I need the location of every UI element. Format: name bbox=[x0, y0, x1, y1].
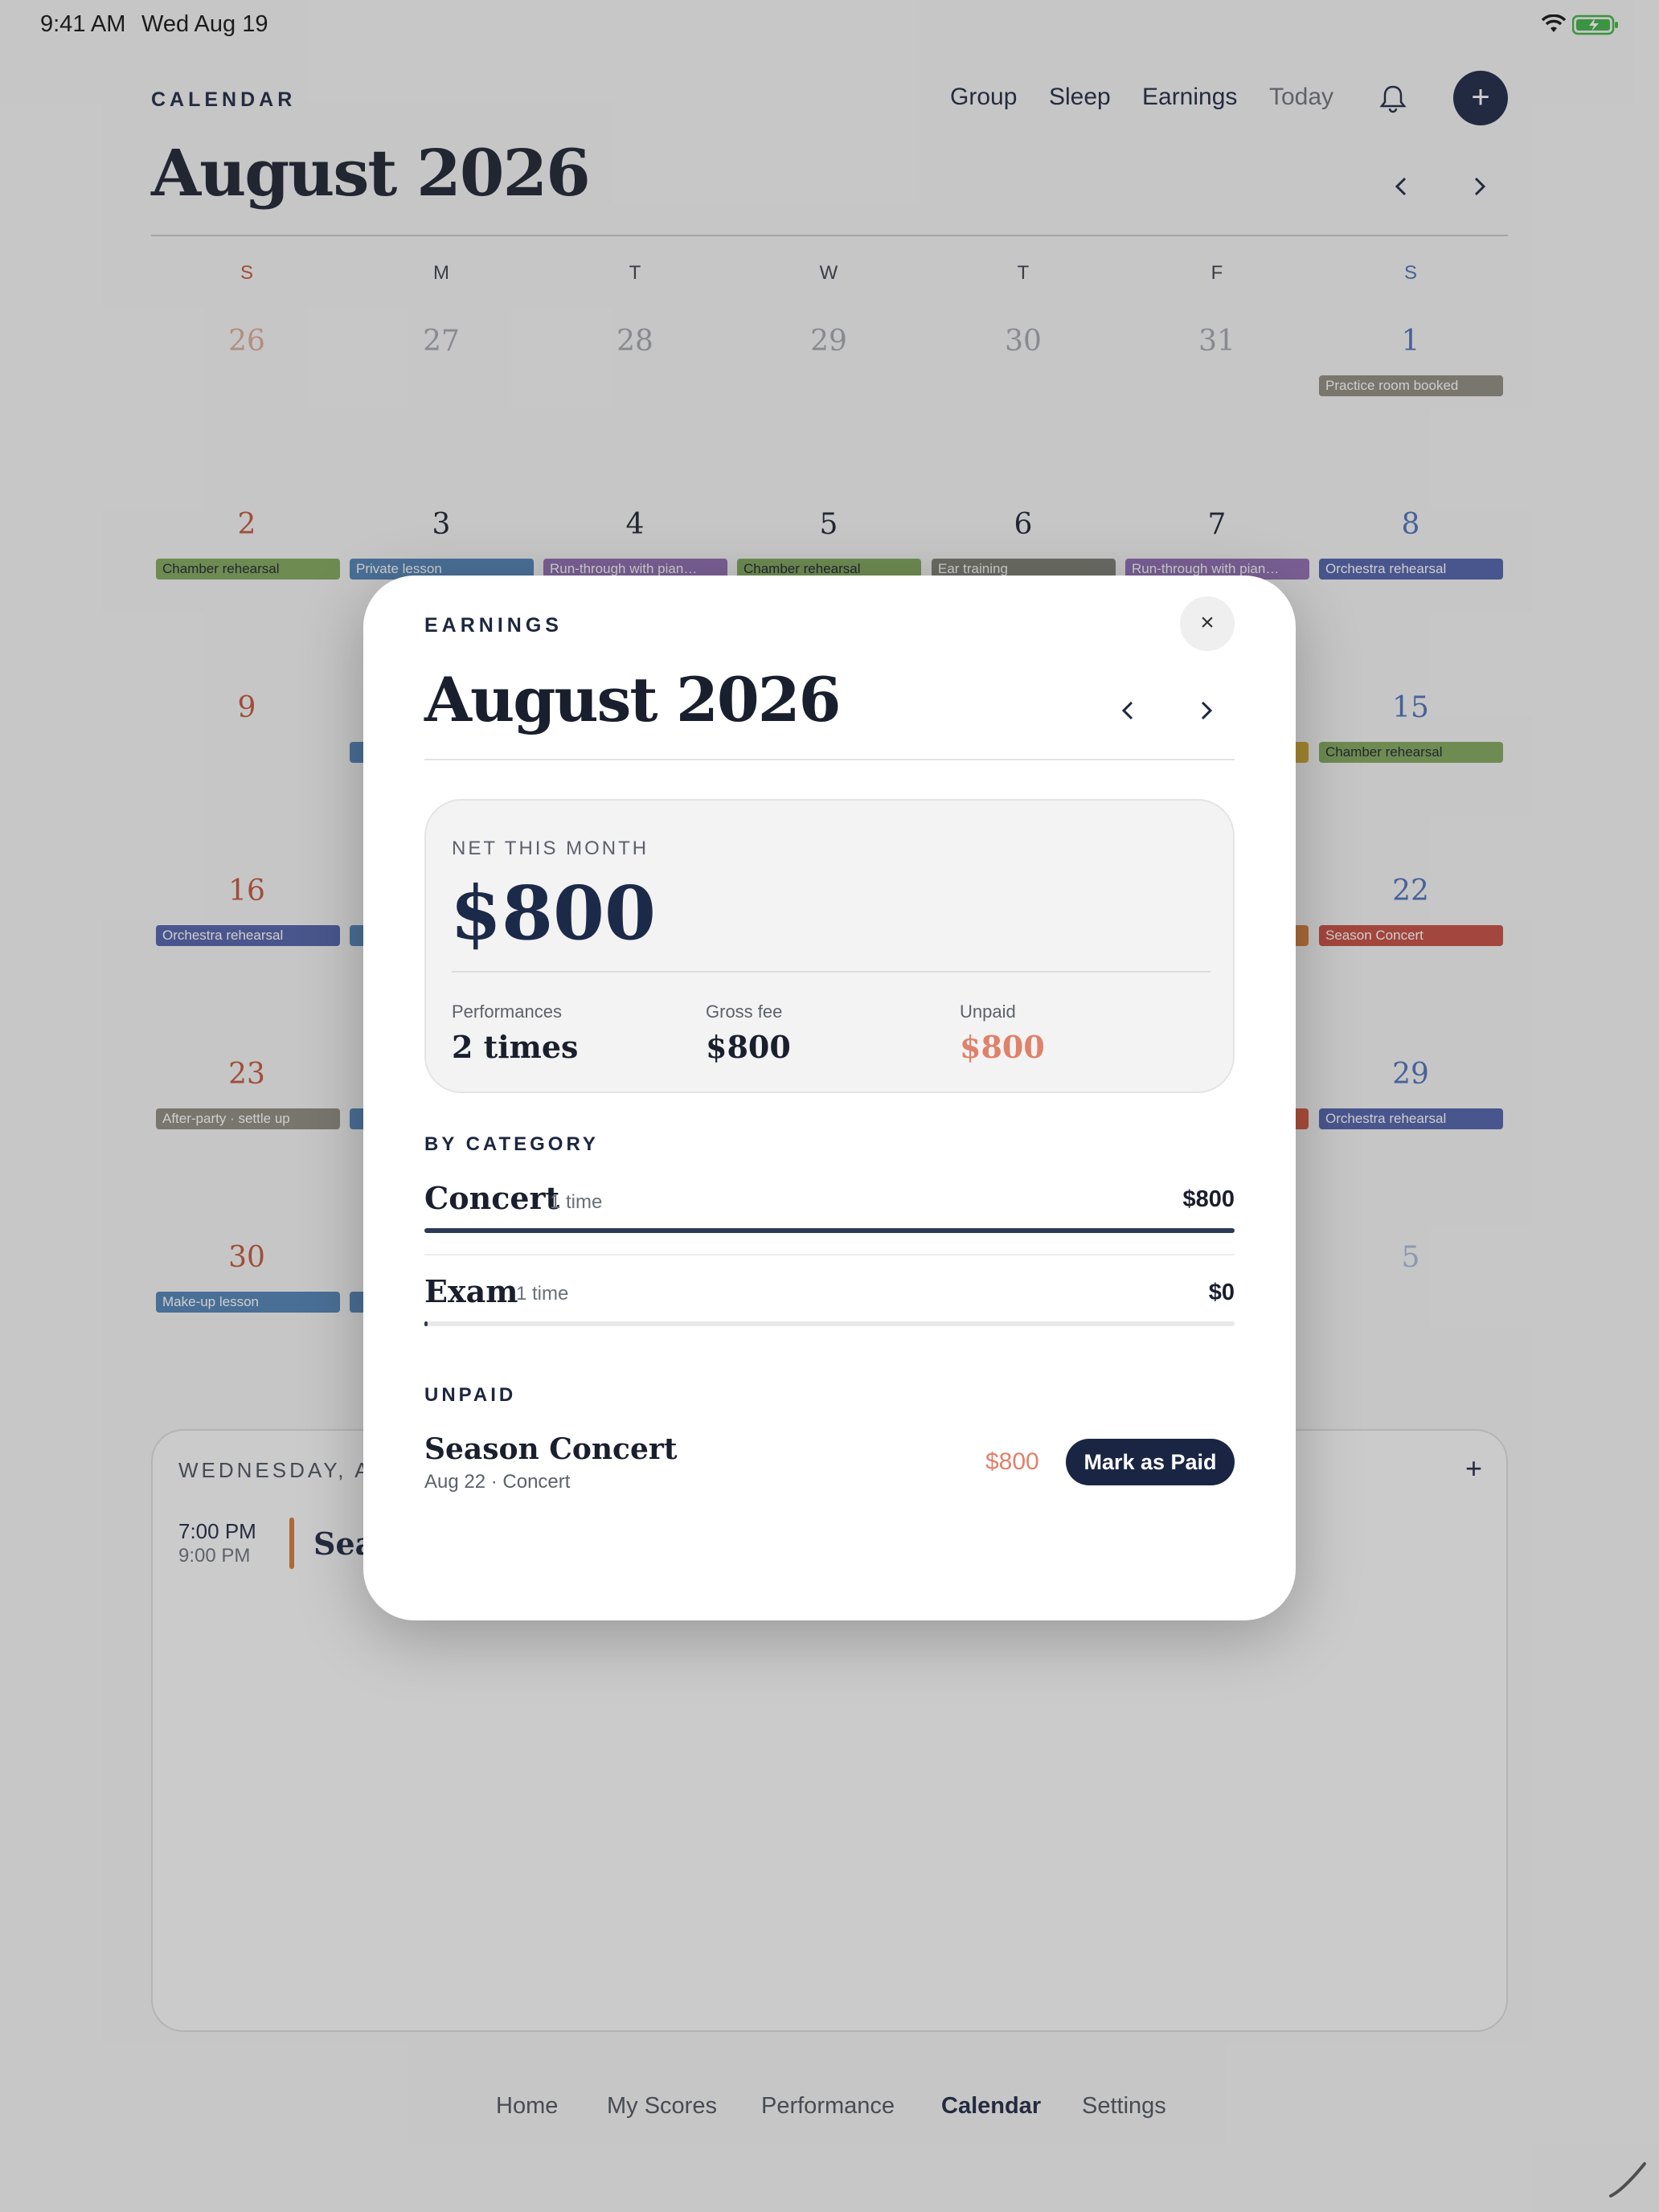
net-summary-card: NET THIS MONTH $800 Performances 2 times… bbox=[424, 799, 1235, 1093]
modal-divider bbox=[424, 759, 1235, 760]
mark-as-paid-button[interactable]: Mark as Paid bbox=[1066, 1439, 1235, 1485]
modal-label: EARNINGS bbox=[424, 614, 563, 637]
category-count-concert: 1 time bbox=[550, 1191, 603, 1213]
category-count-exam: 1 time bbox=[516, 1283, 569, 1305]
modal-prev-chevron-icon[interactable] bbox=[1112, 694, 1145, 727]
category-divider bbox=[424, 1254, 1235, 1256]
net-label: NET THIS MONTH bbox=[452, 838, 649, 859]
category-bar-concert bbox=[424, 1228, 1235, 1233]
modal-month-title: August 2026 bbox=[424, 664, 841, 735]
close-button[interactable]: × bbox=[1180, 596, 1235, 651]
earnings-modal: EARNINGS × August 2026 NET THIS MONTH $8… bbox=[363, 576, 1296, 1620]
by-category-heading: BY CATEGORY bbox=[424, 1133, 599, 1155]
unpaid-item-title: Season Concert bbox=[424, 1432, 678, 1466]
modal-next-chevron-icon[interactable] bbox=[1190, 694, 1222, 727]
category-name-concert: Concert bbox=[424, 1180, 560, 1216]
category-bar-exam bbox=[424, 1321, 1235, 1326]
stat-performances-value: 2 times bbox=[452, 1029, 579, 1065]
category-fill bbox=[424, 1321, 428, 1326]
stat-gross-value: $800 bbox=[706, 1029, 791, 1065]
unpaid-item-subtitle: Aug 22 · Concert bbox=[424, 1471, 571, 1493]
stat-unpaid-value: $800 bbox=[960, 1029, 1045, 1065]
stat-unpaid-label: Unpaid bbox=[960, 1002, 1016, 1022]
stat-performances-label: Performances bbox=[452, 1002, 562, 1022]
unpaid-heading: UNPAID bbox=[424, 1384, 517, 1406]
stat-gross-label: Gross fee bbox=[706, 1002, 783, 1022]
category-amount-exam: $0 bbox=[1208, 1280, 1235, 1305]
category-amount-concert: $800 bbox=[1182, 1186, 1235, 1212]
category-fill bbox=[424, 1228, 1235, 1233]
category-name-exam: Exam bbox=[424, 1273, 518, 1309]
card-divider bbox=[452, 971, 1210, 973]
unpaid-item-amount: $800 bbox=[985, 1448, 1039, 1475]
net-amount: $800 bbox=[450, 870, 657, 956]
